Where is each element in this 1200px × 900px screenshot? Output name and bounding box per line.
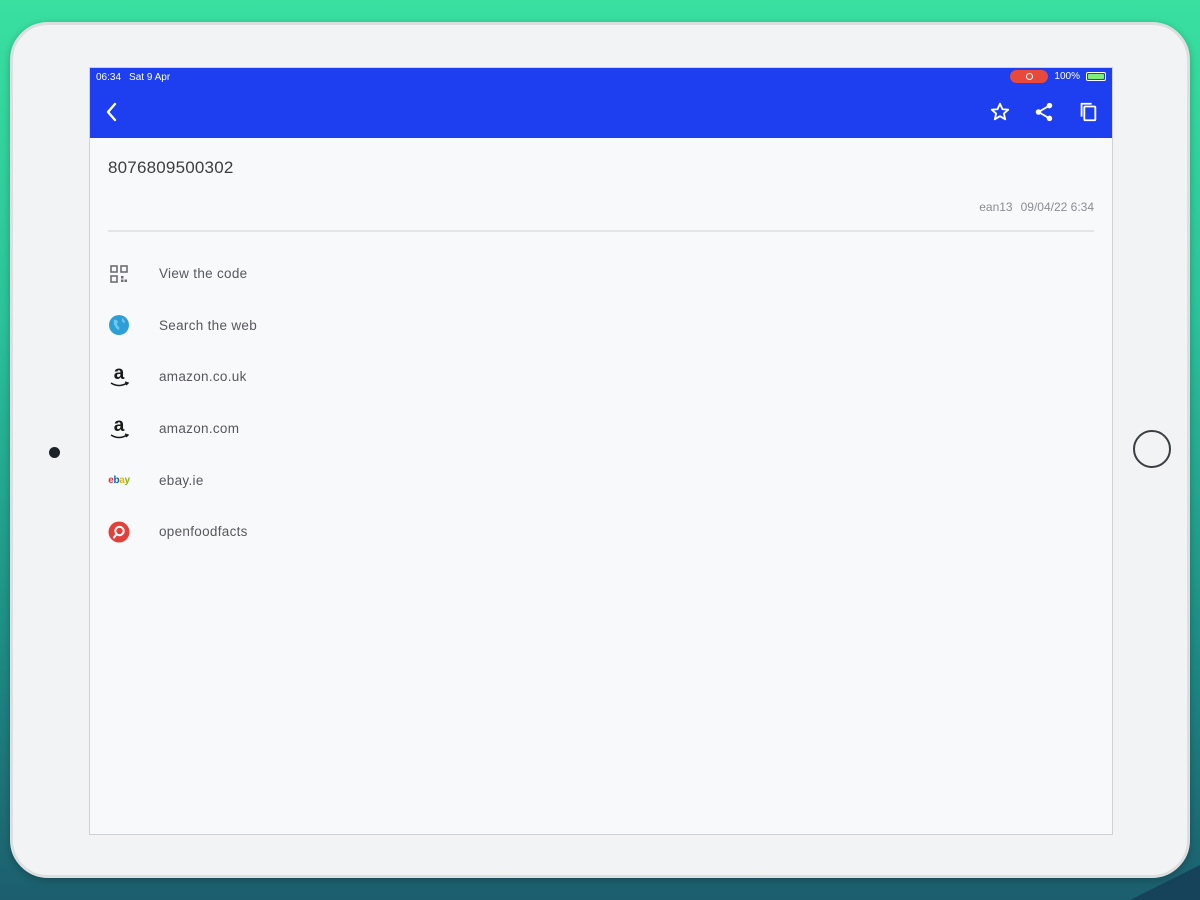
record-icon: [1025, 73, 1033, 80]
action-list: View the code Search the web a amazon.co…: [90, 248, 1112, 558]
battery-icon: [1086, 72, 1106, 81]
barcode-value: 8076809500302: [108, 158, 234, 177]
divider: [108, 230, 1094, 232]
action-label: openfoodfacts: [159, 524, 248, 540]
action-view-code[interactable]: View the code: [90, 248, 1112, 300]
back-button[interactable]: [98, 98, 126, 126]
barcode-meta: ean13 09/04/22 6:34: [979, 200, 1094, 214]
back-icon: [106, 102, 117, 122]
favorite-button[interactable]: [986, 98, 1014, 126]
globe-icon: [108, 314, 130, 336]
screen-record-indicator[interactable]: [1010, 70, 1049, 83]
action-label: ebay.ie: [159, 472, 204, 488]
app-screen: 06:34 Sat 9 Apr 100% 8076809500302 ean13…: [89, 67, 1113, 835]
action-amazon-com[interactable]: a amazon.com: [90, 403, 1112, 455]
action-amazon-co-uk[interactable]: a amazon.co.uk: [90, 351, 1112, 403]
battery-fill: [1088, 74, 1104, 79]
qr-code-icon: [108, 263, 130, 285]
openfoodfacts-icon: [108, 521, 130, 543]
action-label: Search the web: [159, 317, 258, 333]
status-indicators: 100%: [1010, 70, 1106, 83]
status-date: Sat 9 Apr: [129, 71, 171, 83]
ebay-logo-text: ebay: [108, 474, 130, 486]
home-button[interactable]: [1133, 430, 1171, 468]
share-button[interactable]: [1030, 98, 1058, 126]
app-bar: [90, 86, 1112, 138]
action-label: amazon.co.uk: [159, 369, 247, 385]
status-time: 06:34: [96, 71, 122, 83]
action-openfoodfacts[interactable]: openfoodfacts: [90, 506, 1112, 558]
ebay-icon: ebay: [108, 469, 130, 491]
battery-percent: 100%: [1054, 71, 1080, 82]
action-label: View the code: [159, 266, 248, 282]
action-label: amazon.com: [159, 421, 240, 437]
tablet-frame: 06:34 Sat 9 Apr 100% 8076809500302 ean13…: [10, 22, 1190, 878]
front-camera: [49, 447, 60, 458]
amazon-icon: a: [108, 416, 130, 440]
star-icon: [990, 102, 1010, 121]
barcode-format: ean13: [979, 200, 1013, 214]
status-bar: 06:34 Sat 9 Apr 100%: [90, 68, 1112, 86]
action-ebay[interactable]: ebay ebay.ie: [90, 454, 1112, 506]
copy-icon: [1080, 102, 1097, 122]
scan-timestamp: 09/04/22 6:34: [1020, 200, 1094, 214]
share-icon: [1035, 102, 1053, 122]
copy-button[interactable]: [1074, 98, 1102, 126]
action-search-web[interactable]: Search the web: [90, 300, 1112, 352]
amazon-icon: a: [108, 364, 130, 388]
